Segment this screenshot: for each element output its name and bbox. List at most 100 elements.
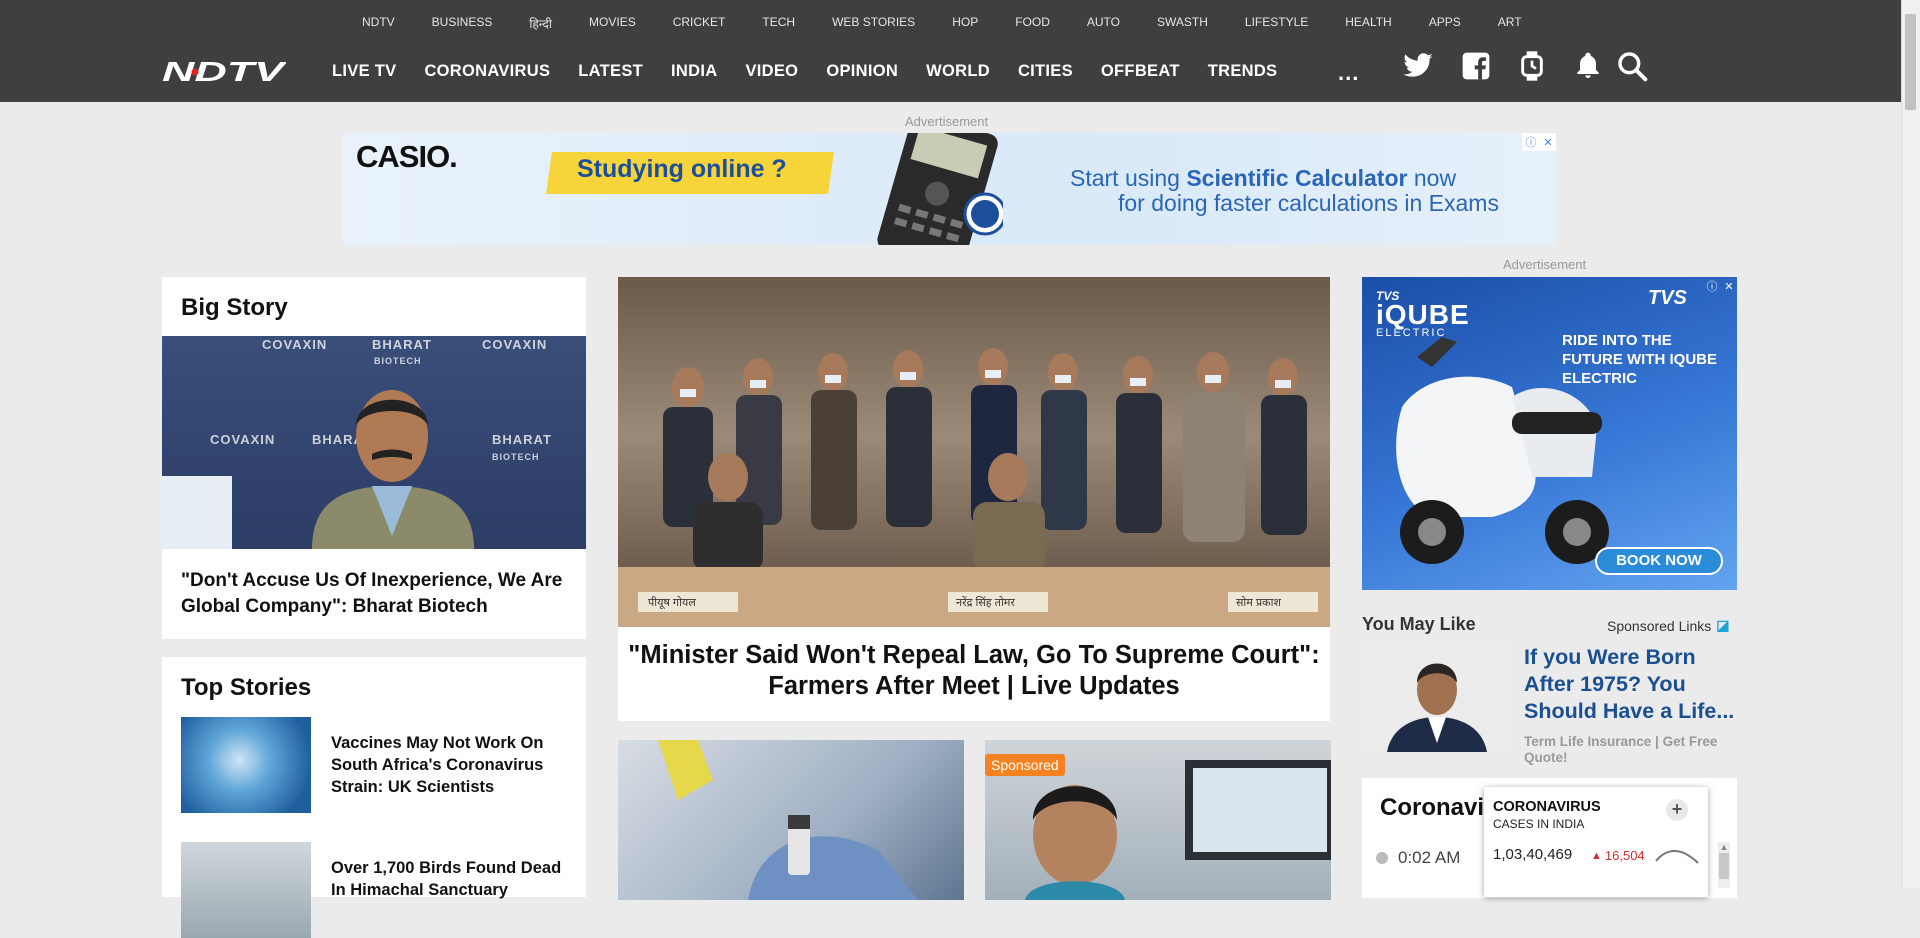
vaccine-photo [658,740,918,900]
up-arrow-icon: ▲ [1591,849,1602,862]
top-nav-item[interactable]: NDTV [362,15,395,32]
widget-title: CORONAVIRUS [1493,799,1601,815]
timeline-dot-icon [1376,852,1388,864]
search-icon[interactable] [1616,50,1648,82]
feed-scrollbar[interactable]: ▲ [1718,842,1730,888]
main-story-image[interactable]: पीयूष गोयल नरेंद्र सिंह तोमर सोम प्रकाश [618,277,1330,627]
main-nav-item[interactable]: OFFBEAT [1101,62,1180,81]
meeting-photo: पीयूष गोयल नरेंद्र सिंह तोमर सोम प्रकाश [618,348,1330,627]
top-nav-item[interactable]: WEB STORIES [832,15,915,32]
scroll-up-icon[interactable]: ▲ [1718,842,1730,852]
top-nav-item[interactable]: APPS [1429,15,1461,32]
banner-line1-bold: Scientific Calculator [1186,165,1408,191]
top-nav-item[interactable]: FOOD [1015,15,1050,32]
banner-line1-pre: Start using [1070,165,1187,191]
ndtv-logo[interactable]: NDTV [162,56,288,87]
ad-choices[interactable]: ⓘ ✕ [1703,277,1737,295]
expand-icon[interactable]: + [1666,799,1688,821]
ad-person-image[interactable] [1362,645,1512,752]
bell-icon[interactable] [1572,50,1604,82]
ad-label: Advertisement [1503,257,1587,272]
ad-choices[interactable]: ⓘ ✕ [1522,133,1556,151]
top-nav-item[interactable]: ART [1498,15,1522,32]
speaker-figure [312,390,474,549]
facebook-icon[interactable] [1460,50,1492,82]
top-nav-item[interactable]: AUTO [1087,15,1120,32]
top-nav-item[interactable]: BUSINESS [432,15,493,32]
story-title[interactable]: Vaccines May Not Work On South Africa's … [331,717,571,813]
ad-close-icon[interactable]: ✕ [1724,280,1733,293]
trend-sparkline [1655,850,1699,864]
sponsored-badge: Sponsored [985,754,1065,776]
tvs-ad[interactable]: TVS iQUBE ELECTRIC TVS RIDE INTO THE FUT… [1362,277,1737,590]
main-nav-item[interactable]: CORONAVIRUS [424,62,550,81]
top-stories-heading: Top Stories [181,674,312,701]
logo-text: NDTV [162,59,286,83]
story-thumbnail[interactable] [181,717,311,813]
person-photo [1387,663,1487,752]
time-text: 0:02 AM [1398,848,1461,867]
new-cases-value: 16,504 [1604,848,1645,863]
you-may-like-heading: You May Like [1362,614,1476,634]
casio-brand: CASIO. [356,139,458,174]
banner-tagline: Studying online ? [577,155,787,183]
tvs-brand: TVS [1648,287,1687,309]
top-nav-item[interactable]: HOP [952,15,978,32]
sponsored-links[interactable]: Sponsored Links ◪ [1607,617,1730,634]
page-scrollbar[interactable] [1901,0,1920,888]
vaccine-story-image[interactable] [618,740,964,900]
main-nav-item[interactable]: LATEST [578,62,643,81]
more-menu-button[interactable]: ... [1338,60,1359,86]
twitter-icon[interactable] [1402,50,1434,82]
site-header: NDTV BUSINESS हिन्दी MOVIES CRICKET TECH WEB S… [0,0,1920,102]
coronavirus-cases-widget[interactable]: CORONAVIRUS CASES IN INDIA + 1,03,40,469… [1484,787,1708,897]
scrollbar-thumb[interactable] [1905,14,1916,110]
main-nav: LIVE TV CORONAVIRUS LATEST INDIA VIDEO OPINIO… [332,62,1305,81]
ad-info-icon[interactable]: ⓘ [1706,278,1717,294]
casio-banner-ad[interactable]: CASIO. Studying online ? Start using Sci… [343,133,1556,245]
name-plaque: नरेंद्र सिंह तोमर [956,596,1015,609]
name-plaque: पीयूष गोयल [648,596,696,610]
main-nav-item[interactable]: CITIES [1018,62,1073,81]
main-nav-item[interactable]: WORLD [926,62,990,81]
calculator-image [877,133,1003,245]
ad-info-icon[interactable]: ⓘ [1525,134,1536,150]
ad-close-icon[interactable]: ✕ [1543,136,1552,149]
scooter-image [1396,337,1609,564]
main-story-headline[interactable]: "Minister Said Won't Repeal Law, Go To S… [618,640,1330,702]
main-nav-item[interactable]: TRENDS [1208,62,1278,81]
big-story-image[interactable]: COVAXIN BHARAT COVAXIN BIOTECH COVAXIN B… [162,336,586,549]
book-now-button[interactable]: BOOK NOW [1595,547,1723,575]
top-nav-item[interactable]: हिन्दी [529,15,552,32]
banner-copy-line1: Start using Scientific Calculator now [1070,165,1456,192]
banner-copy-line2: for doing faster calculations in Exams [1118,190,1499,216]
sponsored-links-label[interactable]: Sponsored Links [1607,618,1711,634]
main-nav-item[interactable]: LIVE TV [332,62,396,81]
live-time: 0:02 AM [1376,848,1460,868]
top-nav-item[interactable]: LIFESTYLE [1245,15,1308,32]
smartwatch-icon[interactable] [1516,50,1548,82]
widget-subtitle: CASES IN INDIA [1493,817,1585,831]
taboola-icon: ◪ [1716,617,1730,633]
story-title[interactable]: Over 1,700 Birds Found Dead In Himachal … [331,842,571,938]
main-nav-item[interactable]: INDIA [671,62,717,81]
ad-label: Advertisement [905,114,989,129]
top-nav-item[interactable]: TECH [762,15,795,32]
name-plaque: सोम प्रकाश [1236,596,1281,609]
list-item[interactable]: Over 1,700 Birds Found Dead In Himachal … [181,842,571,938]
main-nav-item[interactable]: VIDEO [745,62,798,81]
banner-line1-post: now [1407,165,1457,191]
main-nav-item[interactable]: OPINION [826,62,898,81]
list-item[interactable]: Vaccines May Not Work On South Africa's … [181,717,571,813]
feed-scrollbar-thumb[interactable] [1719,853,1729,879]
top-nav-item[interactable]: HEALTH [1345,15,1391,32]
top-nav-item[interactable]: CRICKET [673,15,726,32]
you-may-like-title[interactable]: If you Were Born After 1975? You Should … [1524,644,1744,725]
big-story-headline[interactable]: "Don't Accuse Us Of Inexperience, We Are… [181,568,571,620]
story-thumbnail[interactable] [181,842,311,938]
top-nav-item[interactable]: SWASTH [1157,15,1208,32]
top-nav-item[interactable]: MOVIES [589,15,636,32]
you-may-like-subtitle[interactable]: Term Life Insurance | Get Free Quote! [1524,734,1724,766]
big-story-heading: Big Story [181,294,288,321]
total-cases: 1,03,40,469 [1493,846,1573,863]
